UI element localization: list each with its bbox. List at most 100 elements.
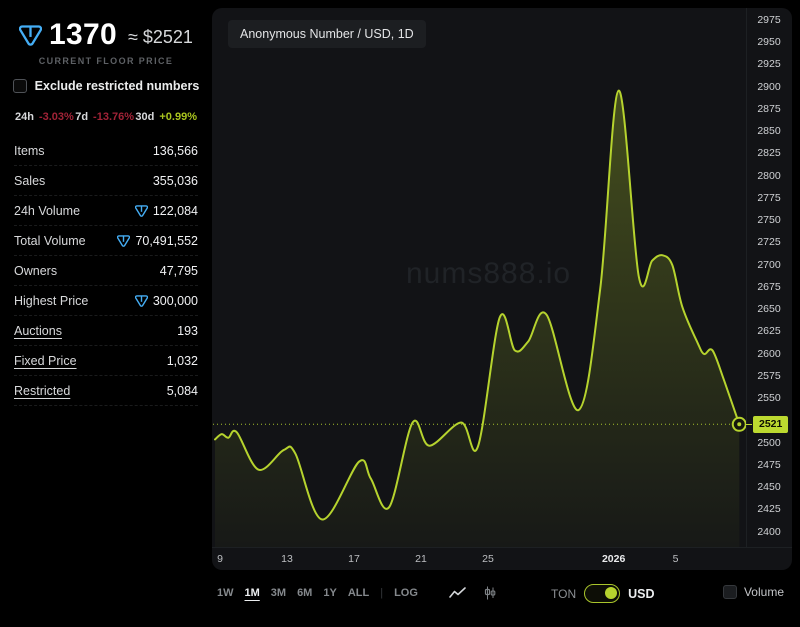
price-changes-row: 24h -3.03%7d -13.76%30d +0.99% [0, 111, 212, 123]
change-value: -3.03% [39, 111, 74, 123]
area-fill [215, 91, 739, 547]
y-axis-tick: 2475 [746, 459, 792, 472]
stat-label: Highest Price [14, 294, 88, 308]
change-period: 7d [75, 111, 88, 123]
log-scale-button[interactable]: LOG [394, 587, 418, 599]
toolbar-divider: | [380, 587, 383, 599]
x-axis-tick: 2026 [602, 553, 625, 565]
candlestick-chart-icon[interactable] [484, 586, 496, 600]
y-axis-tick: 2725 [746, 236, 792, 249]
volume-label: Volume [744, 585, 784, 599]
range-button-3m[interactable]: 3M [271, 587, 286, 599]
chart-panel: Anonymous Number / USD, 1D nums888.io 29… [212, 8, 792, 570]
stat-value: 355,036 [153, 174, 198, 188]
y-axis-tick: 2625 [746, 325, 792, 338]
price-chart[interactable] [212, 8, 792, 570]
y-axis-tick: 2575 [746, 370, 792, 383]
stat-row[interactable]: Fixed Price 1,032 [14, 346, 198, 376]
stat-value: 1,032 [167, 354, 198, 368]
floor-price-caption: CURRENT FLOOR PRICE [0, 56, 212, 66]
change-period: 24h [15, 111, 34, 123]
ton-icon [117, 235, 130, 247]
x-axis-tick: 5 [673, 553, 679, 565]
range-button-1w[interactable]: 1W [217, 587, 234, 599]
change-value: +0.99% [159, 111, 197, 123]
y-axis-tick: 2650 [746, 303, 792, 316]
current-price-tick [746, 424, 752, 425]
exclude-restricted-row[interactable]: Exclude restricted numbers [0, 79, 212, 93]
x-axis-tick: 17 [348, 553, 360, 565]
chart-toolbar: 1W 1M 3M 6M 1Y ALL | LOG [217, 586, 496, 600]
range-buttons: 1W 1M 3M 6M 1Y ALL [217, 587, 369, 599]
volume-option[interactable]: Volume [723, 585, 784, 599]
collection-stats-list: Items136,566 Sales 355,036 24h Volume 122,08… [0, 136, 212, 406]
stat-row: Items136,566 [14, 136, 198, 166]
stat-row: Highest Price 300,000 [14, 286, 198, 316]
stat-label[interactable]: Fixed Price [14, 354, 77, 368]
stat-row: Total Volume 70,491,552 [14, 226, 198, 256]
change-period: 30d [135, 111, 154, 123]
range-button-1y[interactable]: 1Y [323, 587, 336, 599]
stat-value: 122,084 [135, 204, 198, 218]
stat-row: Owners 47,795 [14, 256, 198, 286]
price-change-7d: 7d -13.76% [75, 111, 134, 123]
x-axis-tick: 13 [281, 553, 293, 565]
floor-price-ton: 1370 [49, 20, 117, 50]
y-axis-tick: 2425 [746, 503, 792, 516]
stat-row: 24h Volume 122,084 [14, 196, 198, 226]
y-axis-tick: 2825 [746, 147, 792, 160]
x-axis-tick: 21 [415, 553, 427, 565]
y-axis-tick: 2700 [746, 259, 792, 272]
stat-row: Sales 355,036 [14, 166, 198, 196]
ton-icon [19, 25, 42, 46]
stat-value: 300,000 [135, 294, 198, 308]
y-axis-tick: 2500 [746, 437, 792, 450]
currency-usd-label[interactable]: USD [628, 587, 654, 601]
y-axis-tick: 2400 [746, 526, 792, 539]
chart-title-badge: Anonymous Number / USD, 1D [228, 20, 426, 48]
exclude-restricted-label: Exclude restricted numbers [35, 79, 200, 93]
stat-label: 24h Volume [14, 204, 80, 218]
stat-label[interactable]: Auctions [14, 324, 62, 338]
stat-label: Total Volume [14, 234, 86, 248]
x-axis-tick: 25 [482, 553, 494, 565]
y-axis-tick: 2675 [746, 281, 792, 294]
range-button-6m[interactable]: 6M [297, 587, 312, 599]
ton-icon [135, 205, 148, 217]
ton-icon [135, 295, 148, 307]
volume-checkbox[interactable] [723, 585, 737, 599]
exclude-restricted-checkbox[interactable] [13, 79, 27, 93]
y-axis-tick: 2550 [746, 392, 792, 405]
stat-row[interactable]: Auctions 193 [14, 316, 198, 346]
price-change-24h: 24h -3.03% [15, 111, 74, 123]
y-axis-tick: 2850 [746, 125, 792, 138]
stat-value: 47,795 [160, 264, 198, 278]
stat-value: 70,491,552 [117, 234, 198, 248]
stat-label[interactable]: Restricted [14, 384, 70, 398]
stat-value: 5,084 [167, 384, 198, 398]
line-chart-icon[interactable] [449, 587, 467, 599]
stats-sidebar: 1370 ≈ $2521 CURRENT FLOOR PRICE Exclude… [0, 0, 212, 627]
y-axis-tick: 2450 [746, 481, 792, 494]
floor-price-row: 1370 ≈ $2521 [0, 20, 212, 50]
change-value: -13.76% [93, 111, 134, 123]
last-point-dot [737, 422, 741, 426]
stat-value: 136,566 [153, 144, 198, 158]
y-axis-tick: 2750 [746, 214, 792, 227]
stat-value: 193 [177, 324, 198, 338]
range-button-all[interactable]: ALL [348, 587, 369, 599]
currency-ton-label[interactable]: TON [551, 587, 576, 601]
currency-toggle[interactable] [584, 584, 620, 603]
currency-switch: TON USD [551, 584, 655, 603]
y-axis-tick: 2800 [746, 170, 792, 183]
y-axis-tick: 2900 [746, 81, 792, 94]
range-button-1m[interactable]: 1M [245, 587, 260, 599]
y-axis-tick: 2975 [746, 14, 792, 27]
time-axis-separator [212, 547, 792, 548]
stat-label: Sales [14, 174, 45, 188]
floor-price-usd: ≈ $2521 [128, 23, 193, 48]
toggle-knob [605, 587, 618, 600]
stat-row[interactable]: Restricted 5,084 [14, 376, 198, 406]
stat-label: Owners [14, 264, 57, 278]
y-axis-tick: 2775 [746, 192, 792, 205]
